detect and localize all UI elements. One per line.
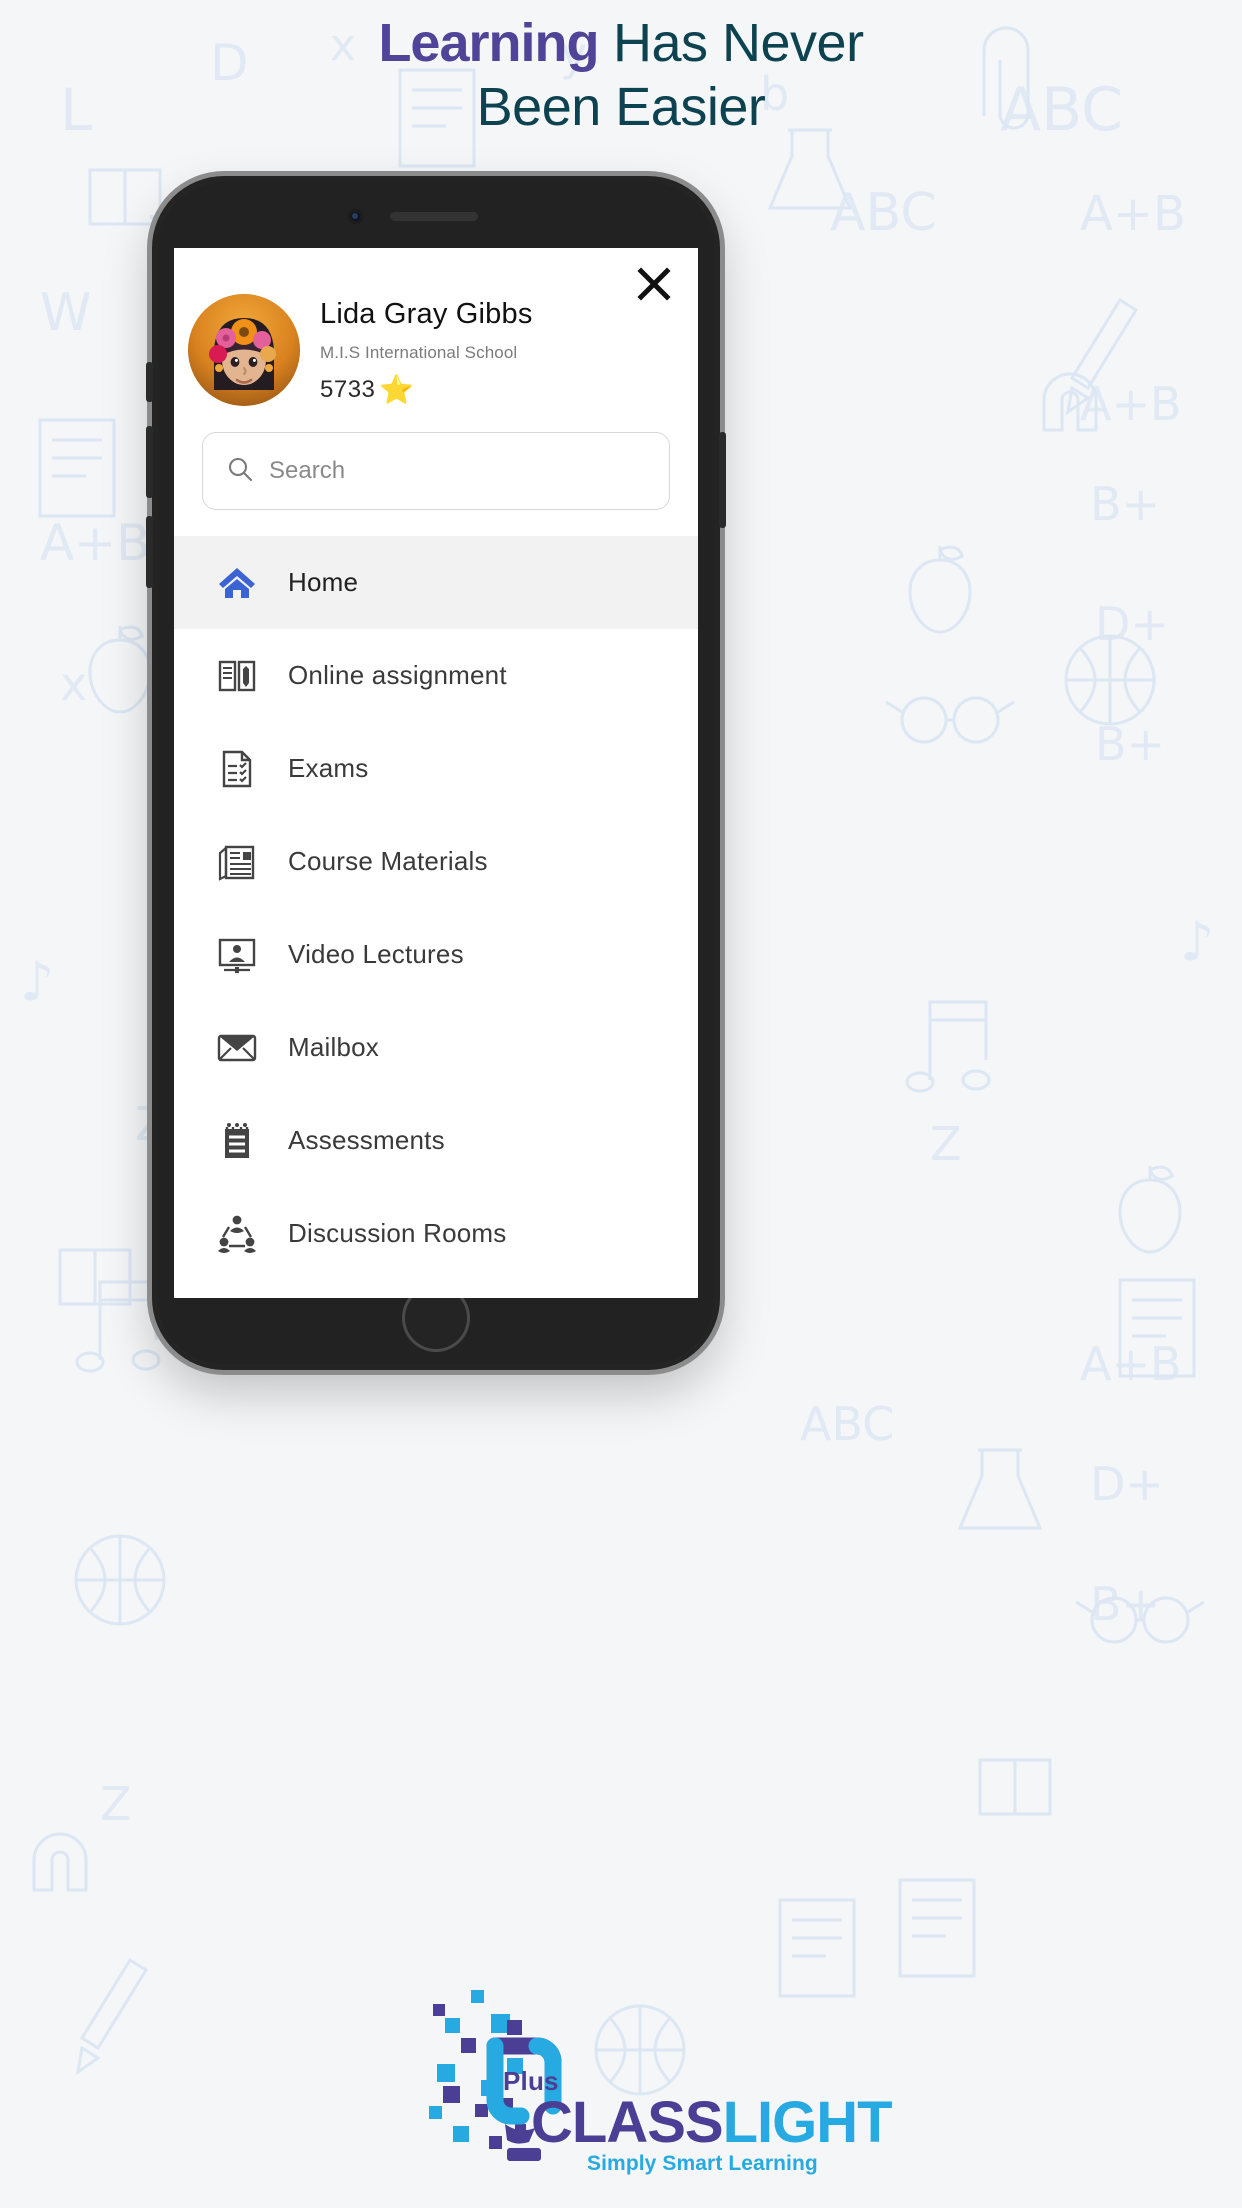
menu-item-discussion-rooms[interactable]: Discussion Rooms [174, 1187, 698, 1280]
svg-text:Z: Z [930, 1117, 962, 1171]
menu-item-mailbox[interactable]: Mailbox [174, 1001, 698, 1094]
svg-text:A+B: A+B [1080, 377, 1182, 431]
brand-row: Plus CLASSLIGHT Simply Smart Learning [411, 1976, 893, 2175]
headline-line-2: Been Easier [476, 76, 766, 137]
menu-item-video-lectures[interactable]: Video Lectures [174, 908, 698, 1001]
menu-item-label: Online assignment [288, 660, 507, 690]
brand-tagline: Simply Smart Learning [587, 2152, 818, 2175]
headline-rest: Has Never [598, 13, 864, 73]
svg-text:B+: B+ [1090, 1577, 1160, 1631]
svg-text:♪: ♪ [1180, 910, 1214, 973]
search-icon [227, 456, 253, 487]
phone-mockup: Lida Gray Gibbs M.I.S International Scho… [146, 176, 726, 1370]
svg-text:B+: B+ [1095, 717, 1165, 771]
menu-item-label: Assessments [288, 1125, 445, 1155]
home-icon [214, 560, 260, 606]
promo-page: L D x y b ABC W T D ABC A+B A+B B+ D+ B+… [0, 0, 1242, 2208]
documents-icon [214, 839, 260, 885]
assignment-book-icon [214, 653, 260, 699]
user-profile[interactable]: Lida Gray Gibbs M.I.S International Scho… [174, 248, 698, 406]
notepad-icon [214, 1118, 260, 1164]
mute-switch[interactable] [146, 362, 153, 402]
menu-item-label: Discussion Rooms [288, 1218, 507, 1248]
search-input[interactable] [269, 457, 645, 485]
menu-item-assessments[interactable]: Assessments [174, 1094, 698, 1187]
svg-text:D+: D+ [1090, 1457, 1164, 1511]
menu-item-label: Course Materials [288, 846, 488, 876]
menu-item-label: Mailbox [288, 1032, 379, 1062]
svg-text:♪: ♪ [20, 950, 54, 1013]
brand-word-class: CLASS [531, 2090, 724, 2155]
exam-checklist-icon [214, 746, 260, 792]
menu-item-weekly-plan[interactable]: Weekly Plan [174, 1280, 698, 1298]
svg-text:W: W [40, 283, 91, 343]
menu-item-home[interactable]: Home [174, 536, 698, 629]
front-camera-icon [348, 209, 363, 224]
search-box[interactable] [202, 432, 670, 510]
menu-item-label: Exams [288, 753, 369, 783]
profile-text: Lida Gray Gibbs M.I.S International Scho… [320, 296, 533, 403]
svg-text:A+B: A+B [1080, 1337, 1182, 1391]
brand-word-light: LIGHT [722, 2090, 893, 2155]
envelope-icon [214, 1025, 260, 1071]
close-icon[interactable] [632, 262, 676, 306]
menu-item-label: Home [288, 567, 359, 597]
menu-item-course-materials[interactable]: Course Materials [174, 815, 698, 908]
svg-text:ABC: ABC [830, 183, 937, 243]
svg-text:B+: B+ [1090, 477, 1160, 531]
user-name: Lida Gray Gibbs [320, 298, 533, 331]
menu-item-label: Video Lectures [288, 939, 464, 969]
page-headline: Learning Has Never Been Easier [0, 12, 1242, 139]
svg-text:A+B: A+B [1080, 186, 1186, 242]
menu-item-exams[interactable]: Exams [174, 722, 698, 815]
svg-text:ABC: ABC [800, 1397, 894, 1451]
points-row: 5733 ⭐ [320, 373, 533, 405]
power-button[interactable] [719, 432, 726, 528]
headline-strong: Learning [378, 13, 599, 73]
avatar [188, 294, 300, 406]
svg-text:Z: Z [100, 1777, 132, 1831]
headline-line-1: Learning Has Never [0, 12, 1242, 76]
earpiece-speaker-icon [390, 212, 478, 221]
search-section [174, 406, 698, 510]
drawer-header: Lida Gray Gibbs M.I.S International Scho… [174, 248, 698, 536]
svg-text:A+B: A+B [40, 514, 150, 572]
svg-text:D+: D+ [1095, 597, 1169, 651]
app-screen: Lida Gray Gibbs M.I.S International Scho… [174, 248, 698, 1298]
video-lecture-icon [214, 932, 260, 978]
navigation-drawer: Home Online assignment Exams Course Mate… [174, 536, 698, 1298]
brand-logo: Plus CLASSLIGHT Simply Smart Learning [0, 1976, 1242, 2175]
points-value: 5733 [320, 375, 376, 403]
brand-wordmark: CLASSLIGHT [531, 2094, 893, 2152]
volume-up-button[interactable] [146, 426, 153, 498]
user-school: M.I.S International School [320, 342, 518, 362]
svg-text:x: x [60, 657, 87, 711]
volume-down-button[interactable] [146, 516, 153, 588]
star-icon: ⭐ [379, 373, 415, 405]
discussion-icon [214, 1211, 260, 1257]
menu-item-online-assignment[interactable]: Online assignment [174, 629, 698, 722]
